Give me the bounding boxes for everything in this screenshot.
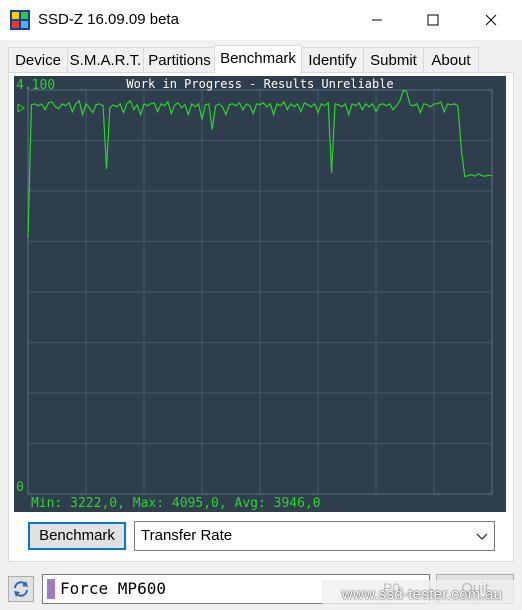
tab-submit[interactable]: Submit [363, 47, 424, 73]
chevron-down-icon [476, 533, 488, 540]
refresh-icon [14, 581, 28, 597]
tab-about[interactable]: About [423, 47, 479, 73]
transfer-rate-chart: Work in Progress - Results Unreliable 4.1… [14, 76, 506, 512]
drive-name: Force MP600 [60, 579, 166, 598]
y-axis-min-label: 0 [16, 480, 24, 495]
minimize-icon [372, 19, 382, 21]
maximize-icon [427, 14, 439, 26]
close-button[interactable] [462, 0, 520, 40]
progress-banner: Work in Progress - Results Unreliable [126, 77, 393, 91]
drive-color-swatch [47, 579, 55, 599]
minimize-button[interactable] [348, 0, 406, 40]
refresh-button[interactable] [8, 576, 34, 602]
benchmark-mode-select[interactable]: Transfer Rate [134, 521, 495, 551]
tab-identify[interactable]: Identify [301, 47, 364, 73]
benchmark-mode-value: Transfer Rate [141, 527, 233, 544]
watermark: www.ssd-tester.com.au [322, 580, 522, 610]
stats-readout: Min: 3222,0, Max: 4095,0, Avg: 3946,0 [31, 496, 321, 511]
benchmark-button[interactable]: Benchmark [28, 522, 126, 550]
window-title: SSD-Z 16.09.09 beta [38, 11, 179, 28]
tab-device[interactable]: Device [8, 47, 68, 73]
tab-strip: Device S.M.A.R.T. Partitions Benchmark I… [8, 45, 514, 74]
close-icon [485, 14, 497, 26]
app-icon [10, 10, 30, 30]
maximize-button[interactable] [404, 0, 462, 40]
tab-benchmark[interactable]: Benchmark [214, 45, 302, 74]
tab-partitions[interactable]: Partitions [143, 47, 216, 73]
tab-smart[interactable]: S.M.A.R.T. [67, 47, 144, 73]
y-axis-max-label: 4.100 [16, 78, 55, 93]
title-bar: SSD-Z 16.09.09 beta [0, 0, 522, 40]
benchmark-graph: Work in Progress - Results Unreliable 4.1… [14, 76, 506, 512]
